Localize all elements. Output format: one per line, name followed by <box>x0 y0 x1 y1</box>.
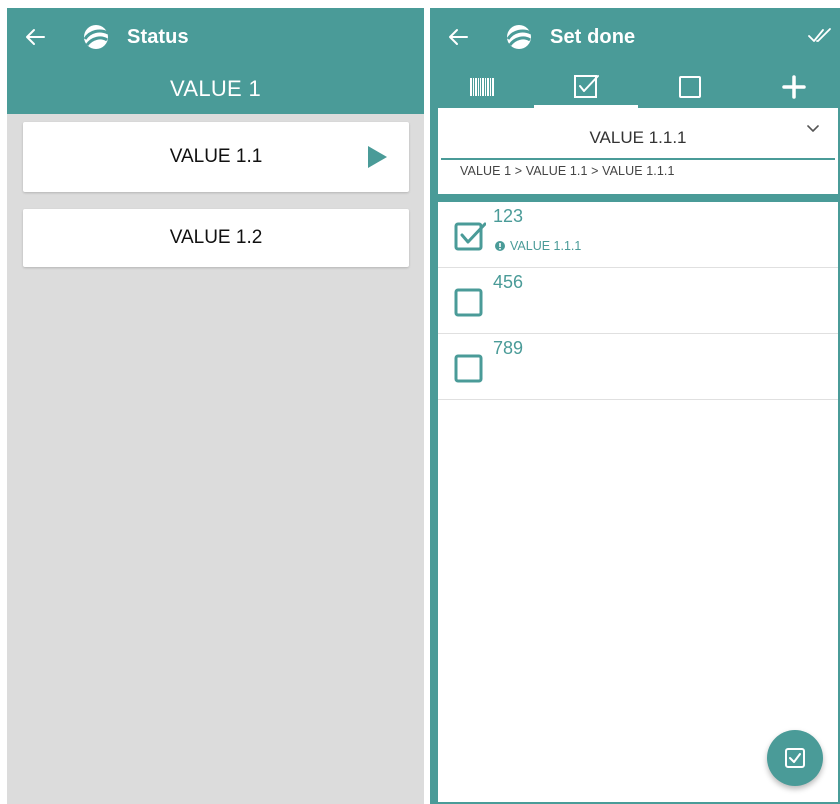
back-arrow-icon <box>26 29 45 45</box>
section-divider <box>438 194 838 202</box>
checkbox-empty-icon <box>679 76 701 98</box>
tab-checked[interactable] <box>534 66 638 108</box>
app-logo-icon <box>81 22 111 52</box>
item-note: VALUE 1.1.1 <box>495 239 581 253</box>
set-done-top-bar: Set done <box>430 8 840 108</box>
item-name: 123 <box>493 206 524 226</box>
dropdown-selected-value: VALUE 1.1.1 <box>589 128 687 147</box>
list-card-value-1-1[interactable]: VALUE 1.1 <box>23 122 409 192</box>
app-logo-icon <box>504 22 534 52</box>
list-item-789[interactable]: 789 <box>438 334 838 400</box>
item-note-text: VALUE 1.1.1 <box>510 239 582 253</box>
info-icon <box>495 241 505 251</box>
checkbox-checked-icon[interactable] <box>454 219 486 251</box>
set-done-screen: Set done VALUE 1.1.1 VALUE 1 > VALUE 1.1… <box>430 8 840 804</box>
item-list: 123 VALUE 1.1.1 456 789 <box>438 202 838 400</box>
chevron-down-icon[interactable] <box>806 124 820 134</box>
card-label: VALUE 1.2 <box>169 227 263 248</box>
card-label: VALUE 1.1 <box>169 146 263 167</box>
list-item-456[interactable]: 456 <box>438 268 838 334</box>
page-title: Set done <box>550 25 636 48</box>
tab-barcode[interactable] <box>440 66 524 108</box>
back-button[interactable] <box>15 17 55 57</box>
page-title: Status <box>127 25 189 48</box>
back-button[interactable] <box>438 17 478 57</box>
breadcrumb: VALUE 1 > VALUE 1.1 > VALUE 1.1.1 <box>460 164 675 178</box>
plus-icon <box>782 75 806 99</box>
status-app-bar: Status <box>7 8 424 66</box>
value-dropdown[interactable]: VALUE 1.1.1 VALUE 1 > VALUE 1.1 > VALUE … <box>438 108 838 194</box>
checkbox-empty-icon[interactable] <box>454 351 486 383</box>
set-done-content: VALUE 1.1.1 VALUE 1 > VALUE 1.1 > VALUE … <box>438 108 838 802</box>
item-name: 456 <box>493 272 524 292</box>
done-all-icon[interactable] <box>808 26 832 46</box>
tab-add[interactable] <box>752 66 836 108</box>
confirm-done-fab[interactable] <box>767 730 823 786</box>
checkbox-empty-icon[interactable] <box>454 285 486 317</box>
set-done-app-bar: Set done <box>430 8 840 66</box>
play-icon[interactable] <box>366 145 388 169</box>
list-card-value-1-2[interactable]: VALUE 1.2 <box>23 209 409 267</box>
item-name: 789 <box>493 338 524 358</box>
tab-unchecked[interactable] <box>648 66 732 108</box>
tab-bar <box>430 66 840 108</box>
checkbox-checked-icon <box>574 75 599 98</box>
barcode-icon <box>470 78 494 96</box>
checkbox-checked-icon <box>785 748 805 768</box>
list-item-123[interactable]: 123 VALUE 1.1.1 <box>438 202 838 268</box>
current-value-title: VALUE 1 <box>170 76 261 101</box>
status-top-bar: Status VALUE 1 <box>7 8 424 114</box>
status-screen: Status VALUE 1 VALUE 1.1 VALUE 1.2 <box>7 8 424 804</box>
back-arrow-icon <box>449 29 468 45</box>
dropdown-underline <box>441 158 835 160</box>
